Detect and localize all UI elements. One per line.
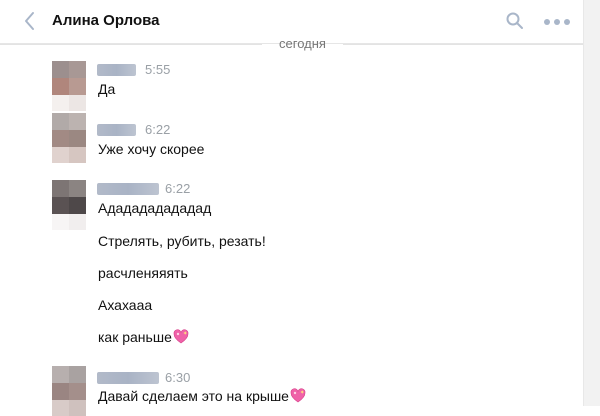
message-text: Уже хочу скорее: [98, 141, 205, 157]
message-text: Ададададададад: [98, 200, 212, 216]
scrollbar-track[interactable]: [583, 0, 600, 406]
chat-window: Алина Орлова сегодня 5:55 Да 6:22 Уже хо…: [0, 0, 583, 416]
more-dots-icon: [544, 19, 570, 25]
avatar[interactable]: [52, 366, 86, 416]
chevron-left-icon: [25, 12, 34, 30]
more-button[interactable]: [543, 12, 571, 32]
message-time: 6:30: [165, 370, 191, 385]
back-button[interactable]: [20, 10, 40, 32]
separator-line: [0, 44, 262, 45]
date-label: сегодня: [279, 36, 326, 51]
message-text: Стрелять, рубить, резать!: [98, 233, 266, 249]
avatar[interactable]: [52, 113, 86, 163]
message-time: 5:55: [145, 62, 171, 77]
avatar[interactable]: [52, 180, 86, 230]
search-icon: [506, 12, 523, 29]
sender-name[interactable]: [97, 64, 136, 76]
message-line: как раньше: [98, 329, 189, 348]
sparkling-heart-icon: [290, 388, 306, 407]
sender-name[interactable]: [97, 183, 159, 195]
message-text: Давай сделаем это на крыше: [98, 388, 289, 404]
message-time: 6:22: [165, 181, 191, 196]
date-separator: сегодня: [0, 33, 583, 55]
sparkling-heart-icon: [173, 329, 189, 348]
separator-line: [343, 44, 583, 45]
message-text: расчленяяять: [98, 265, 188, 281]
message-text: Да: [98, 81, 116, 97]
sender-name[interactable]: [97, 372, 159, 384]
avatar[interactable]: [52, 61, 86, 111]
message-time: 6:22: [145, 122, 171, 137]
message-line: Давай сделаем это на крыше: [98, 388, 306, 407]
search-button[interactable]: [505, 11, 525, 31]
message-text: как раньше: [98, 329, 172, 345]
chat-title[interactable]: Алина Орлова: [52, 12, 159, 29]
sender-name[interactable]: [97, 124, 136, 136]
message-text: Ахахааа: [98, 297, 153, 313]
